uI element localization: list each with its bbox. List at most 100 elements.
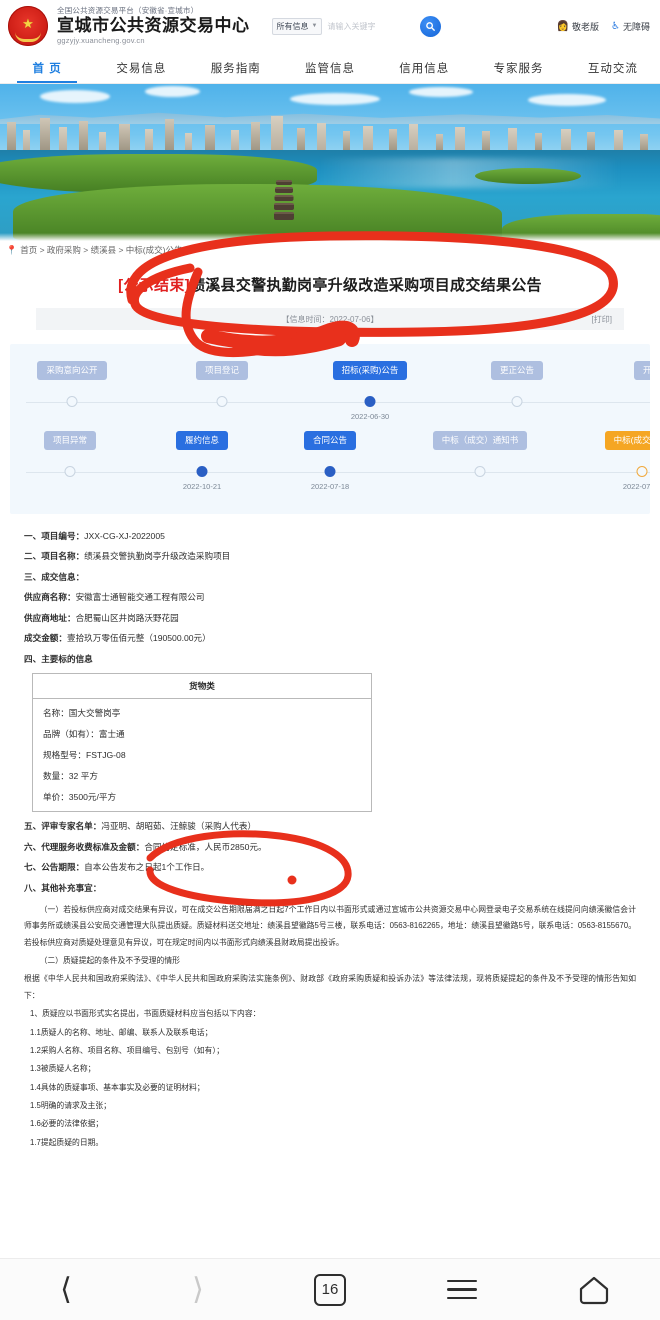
paragraph-conditions-title: （二）质疑提起的条件及不予受理的情形 (39, 956, 180, 966)
timeline-node[interactable]: 项目异常 (22, 430, 118, 477)
home-button[interactable] (528, 1275, 660, 1305)
paragraph-legal-basis: 根据《中华人民共和国政府采购法》、《中华人民共和国政府采购法实施条例》、财政部《… (24, 974, 636, 1000)
field-value: 安徽富士通智能交通工程有限公司 (75, 592, 205, 603)
field-agency-fee: 六、代理服务收费标准及金额：合同约定标准，人民币2850元。 (24, 841, 636, 853)
field-label: 八、其他补充事宜： (24, 882, 102, 893)
timeline-node[interactable]: 合同公告 2022-07-18 (282, 430, 378, 491)
goods-price: 单价：3500元/平方 (43, 792, 117, 803)
nav-item-guide[interactable]: 服务指南 (189, 52, 283, 83)
back-button[interactable]: ⟨ (0, 1274, 132, 1305)
section-main-subject: 四、主要标的信息 (24, 653, 636, 665)
timeline-track (26, 402, 650, 403)
nav-item-credit[interactable]: 信用信息 (377, 52, 471, 83)
timeline-label[interactable]: 开标信息 (633, 361, 650, 380)
hamburger-menu-icon (447, 1279, 477, 1300)
timeline-date: 2022-07-18 (310, 482, 350, 491)
elderly-version-link[interactable]: 👩 敬老版 (557, 20, 599, 33)
main-navigation: 首 页 交易信息 服务指南 监管信息 信用信息 专家服务 互动交流 (0, 52, 660, 84)
process-timeline: 采购意向公开 项目登记 招标(采购)公告 2022-06-30 更正公告 开标信… (10, 344, 650, 514)
timeline-row-1: 采购意向公开 项目登记 招标(采购)公告 2022-06-30 更正公告 开标信… (10, 360, 650, 430)
tabs-button[interactable]: 16 (264, 1273, 396, 1306)
print-button[interactable]: [打印] (592, 314, 612, 325)
forward-button[interactable]: ⟩ (132, 1274, 264, 1305)
timeline-node[interactable]: 项目登记 (174, 360, 270, 407)
field-label: 供应商名称： (24, 592, 76, 603)
nav-item-interact[interactable]: 互动交流 (566, 52, 660, 83)
cloud (409, 87, 474, 97)
timeline-row-2: 项目异常 履约信息 2022-10-21 合同公告 2022-07-18 中标（… (10, 430, 650, 500)
timeline-node[interactable]: 中标(成交)公告 2022-07-06 (594, 430, 650, 491)
paragraph-item-1-2: 1.2采购人名称、项目名称、项目编号、包别号（如有）； (30, 1045, 225, 1055)
menu-button[interactable] (396, 1279, 528, 1300)
paragraph-item-1-5: 1.5明确的请求及主张； (30, 1100, 112, 1110)
timeline-label[interactable]: 更正公告 (490, 361, 543, 380)
field-value: 绩溪县交警执勤岗亭升级改造采购项目 (84, 551, 231, 562)
timeline-label[interactable]: 项目异常 (43, 431, 96, 450)
banner-fade (0, 233, 660, 241)
wheelchair-accessibility-icon: ♿ (611, 20, 620, 32)
timeline-label[interactable]: 采购意向公开 (37, 361, 107, 380)
announcement-body: 一、项目编号：JXX-CG-XJ-2022005 二、项目名称：绩溪县交警执勤岗… (0, 514, 660, 1151)
timeline-label[interactable]: 中标（成交）通知书 (432, 431, 528, 450)
nav-item-superv[interactable]: 监管信息 (283, 52, 377, 83)
timeline-dot (216, 396, 228, 407)
timeline-node[interactable]: 开标信息 (612, 360, 650, 380)
paragraph-item-1-4: 1.4具体的质疑事项、基本事实及必要的证明材料； (30, 1082, 205, 1092)
field-project-name: 二、项目名称：绩溪县交警执勤岗亭升级改造采购项目 (24, 550, 636, 562)
location-pin-icon: 📍 (6, 244, 18, 255)
timeline-node[interactable]: 履约信息 2022-10-21 (154, 430, 250, 491)
section-other-matters: 八、其他补充事宜： (24, 882, 636, 894)
timeline-label[interactable]: 履约信息 (175, 431, 228, 450)
goods-qty: 数量：32 平方 (43, 771, 98, 782)
timeline-node[interactable]: 中标（成交）通知书 (432, 430, 528, 477)
search-icon[interactable] (420, 15, 442, 37)
timeline-dot (324, 466, 336, 477)
accessibility-link[interactable]: ♿ 无障碍 (611, 20, 650, 33)
table-row: 名称：国大交警岗亭 品牌（如有）：富士通 规格型号：FSTJG-08 数量：32… (33, 699, 372, 812)
search-input[interactable] (327, 21, 416, 31)
field-value: 合肥蜀山区井岗路沃野花园 (75, 612, 179, 623)
paragraph-item-1-1: 1.1质疑人的名称、地址、邮编、联系人及联系电话； (30, 1027, 213, 1037)
search-category-select[interactable]: 所有信息 ▼ (271, 17, 323, 35)
page-title-text: 绩溪县交警执勤岗亭升级改造采购项目成交结果公告 (189, 277, 542, 294)
page-root: ★ 全国公共资源交易平台（安徽省·宣城市） 宣城市公共资源交易中心 ggzyjy… (0, 0, 660, 1320)
breadcrumb-text[interactable]: 首页 > 政府采购 > 绩溪县 > 中标(成交)公告 (20, 244, 182, 256)
emblem-wheat (15, 32, 41, 42)
timeline-label[interactable]: 招标(采购)公告 (332, 361, 408, 380)
timeline-node[interactable]: 招标(采购)公告 2022-06-30 (322, 360, 418, 421)
table-header-cell: 货物类 (32, 673, 372, 700)
table-header-row: 货物类 (32, 673, 372, 700)
field-value: 自本公告发布之日起1个工作日。 (84, 862, 210, 873)
cloud (39, 90, 110, 103)
field-label: 七、公告期限： (24, 862, 85, 873)
field-value: 合同约定标准，人民币2850元。 (144, 841, 267, 852)
timeline-label[interactable]: 合同公告 (303, 431, 356, 450)
paragraph-item-1: 1、质疑应以书面形式实名提出，书面质疑材料应当包括以下内容： (30, 1009, 261, 1019)
elderly-person-icon: 👩 (556, 20, 569, 32)
field-project-number: 一、项目编号：JXX-CG-XJ-2022005 (24, 530, 636, 542)
nav-item-trade[interactable]: 交易信息 (94, 52, 188, 83)
timeline-label[interactable]: 项目登记 (195, 361, 248, 380)
field-label: 二、项目名称： (24, 551, 85, 562)
pagoda-tower-icon (273, 180, 294, 220)
nav-item-experts[interactable]: 专家服务 (471, 52, 565, 83)
field-value: JXX-CG-XJ-2022005 (84, 531, 165, 541)
field-deal-amount: 成交金额：壹拾玖万零伍佰元整（190500.00元） (24, 632, 636, 644)
field-review-experts: 五、评审专家名单：冯亚明、胡昭茹、汪鲸骏（采购人代表） (24, 820, 636, 832)
timeline-node[interactable]: 采购意向公开 (24, 360, 120, 407)
timeline-dot (364, 396, 376, 407)
cloud (145, 86, 201, 97)
timeline-track (26, 472, 650, 473)
field-label: 四、主要标的信息 (24, 653, 93, 664)
field-label: 一、项目编号： (24, 531, 85, 541)
timeline-label[interactable]: 中标(成交)公告 (604, 431, 650, 450)
nav-item-home[interactable]: 首 页 (0, 52, 94, 83)
emblem-star: ★ (22, 15, 34, 31)
accessibility-label: 无障碍 (622, 21, 650, 32)
timeline-node[interactable]: 更正公告 (469, 360, 565, 407)
field-label: 三、成交信息： (24, 571, 85, 582)
field-supplier-address: 供应商地址：合肥蜀山区井岗路沃野花园 (24, 612, 636, 624)
publish-info: 【信息时间：2022-07-06】 (281, 314, 379, 324)
field-value: 壹拾玖万零伍佰元整（190500.00元） (66, 633, 211, 644)
breadcrumb: 📍 首页 > 政府采购 > 绩溪县 > 中标(成交)公告 (0, 241, 660, 259)
